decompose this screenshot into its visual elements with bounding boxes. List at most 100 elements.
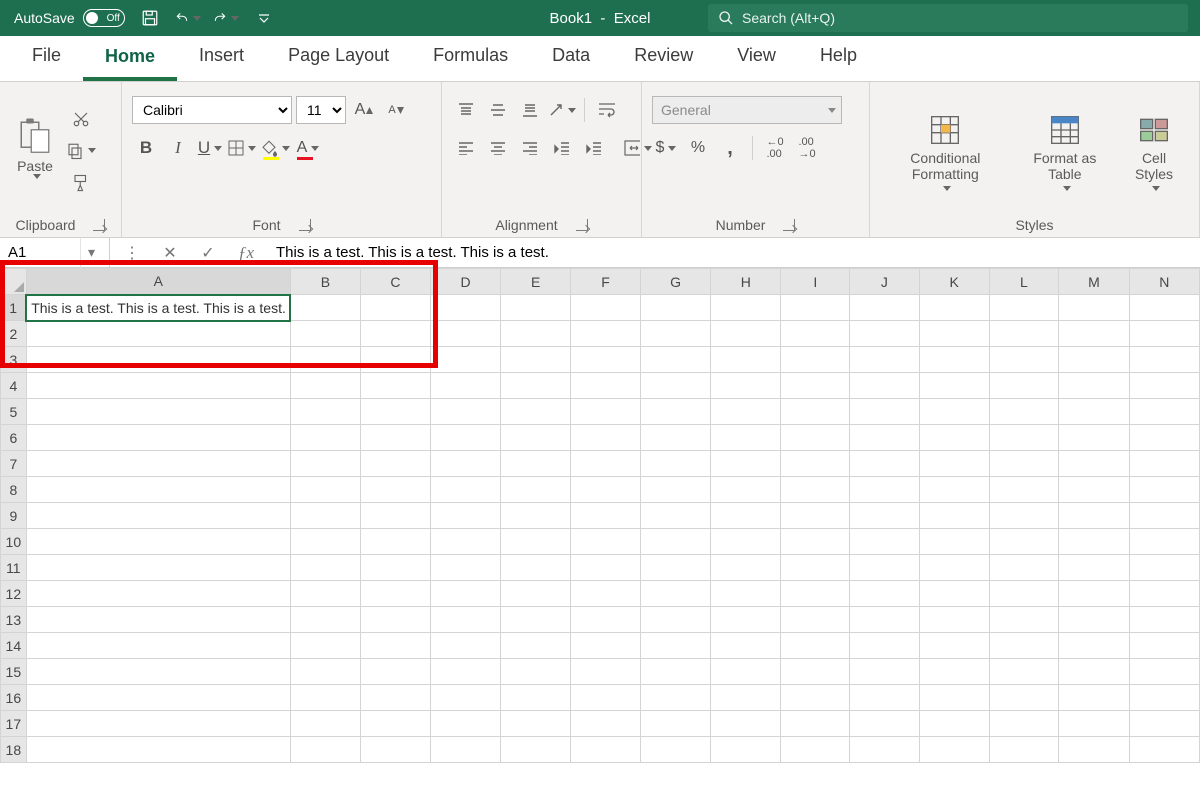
cell[interactable] (1059, 633, 1129, 659)
cell[interactable] (989, 425, 1059, 451)
row-header[interactable]: 7 (1, 451, 27, 477)
cell[interactable] (781, 737, 850, 763)
cell[interactable] (711, 711, 781, 737)
borders-icon[interactable] (228, 134, 256, 162)
format-as-table-button[interactable]: Format as Table (1017, 92, 1113, 213)
cell[interactable] (850, 399, 919, 425)
cell[interactable] (571, 685, 641, 711)
cell[interactable] (290, 607, 360, 633)
cell[interactable] (1059, 295, 1129, 321)
cell[interactable] (781, 581, 850, 607)
row-header[interactable]: 18 (1, 737, 27, 763)
cell[interactable] (430, 737, 500, 763)
cell[interactable] (26, 607, 290, 633)
cell[interactable] (360, 321, 430, 347)
tab-view[interactable]: View (715, 35, 798, 81)
cell[interactable] (640, 581, 710, 607)
cell[interactable] (501, 529, 571, 555)
cell[interactable] (290, 373, 360, 399)
cell[interactable] (781, 373, 850, 399)
cell[interactable] (360, 607, 430, 633)
cell[interactable] (430, 451, 500, 477)
cell[interactable] (430, 373, 500, 399)
cell[interactable] (919, 685, 989, 711)
cell[interactable] (850, 607, 919, 633)
cell[interactable] (1129, 425, 1199, 451)
cell[interactable] (26, 685, 290, 711)
cell[interactable] (571, 529, 641, 555)
cell[interactable] (501, 607, 571, 633)
cell[interactable] (501, 503, 571, 529)
cut-icon[interactable] (67, 105, 95, 133)
cell[interactable] (989, 633, 1059, 659)
cell[interactable] (1059, 737, 1129, 763)
cell[interactable] (290, 633, 360, 659)
cell[interactable] (781, 477, 850, 503)
cell[interactable] (290, 399, 360, 425)
cell[interactable] (26, 373, 290, 399)
cell[interactable] (360, 685, 430, 711)
column-header[interactable]: E (501, 269, 571, 295)
cell[interactable] (290, 529, 360, 555)
row-header[interactable]: 6 (1, 425, 27, 451)
tab-page-layout[interactable]: Page Layout (266, 35, 411, 81)
align-middle-icon[interactable] (484, 96, 512, 124)
tab-home[interactable]: Home (83, 36, 177, 81)
row-header[interactable]: 17 (1, 711, 27, 737)
cell[interactable] (640, 373, 710, 399)
cell[interactable] (919, 711, 989, 737)
font-color-icon[interactable]: A (294, 134, 322, 162)
cell[interactable] (850, 373, 919, 399)
cell[interactable] (26, 425, 290, 451)
cell[interactable] (989, 373, 1059, 399)
number-launcher-icon[interactable] (783, 219, 795, 231)
cell[interactable] (711, 607, 781, 633)
cell[interactable] (501, 685, 571, 711)
cell[interactable] (989, 503, 1059, 529)
row-header[interactable]: 10 (1, 529, 27, 555)
row-header[interactable]: 1 (1, 295, 27, 321)
cell[interactable] (26, 633, 290, 659)
cell[interactable] (430, 555, 500, 581)
search-box[interactable] (708, 4, 1188, 32)
cell[interactable] (1059, 607, 1129, 633)
cell[interactable] (640, 685, 710, 711)
underline-button[interactable]: U (196, 134, 224, 162)
format-painter-icon[interactable] (67, 169, 95, 197)
cell[interactable] (26, 659, 290, 685)
increase-font-icon[interactable]: A (350, 96, 378, 124)
cell[interactable] (26, 477, 290, 503)
cell[interactable] (501, 295, 571, 321)
cell[interactable] (290, 347, 360, 373)
cell[interactable] (1059, 321, 1129, 347)
increase-indent-icon[interactable] (580, 134, 608, 162)
cell[interactable] (919, 295, 989, 321)
cell[interactable] (711, 659, 781, 685)
cell[interactable] (26, 503, 290, 529)
cell[interactable] (360, 737, 430, 763)
cell[interactable] (850, 529, 919, 555)
save-icon[interactable] (137, 5, 163, 31)
cell[interactable] (1059, 711, 1129, 737)
row-header[interactable]: 4 (1, 373, 27, 399)
cell-styles-button[interactable]: Cell Styles (1119, 92, 1189, 213)
cell[interactable] (781, 425, 850, 451)
cell[interactable] (919, 737, 989, 763)
cell[interactable] (571, 451, 641, 477)
cell[interactable] (1129, 373, 1199, 399)
cell[interactable] (26, 581, 290, 607)
fx-icon[interactable]: ƒx (228, 238, 264, 268)
italic-button[interactable]: I (164, 134, 192, 162)
cell[interactable] (989, 321, 1059, 347)
cell[interactable] (919, 399, 989, 425)
cell[interactable] (571, 737, 641, 763)
cell[interactable] (640, 529, 710, 555)
cell[interactable] (430, 425, 500, 451)
cell[interactable] (26, 737, 290, 763)
cell[interactable] (290, 581, 360, 607)
cell[interactable] (781, 399, 850, 425)
tab-data[interactable]: Data (530, 35, 612, 81)
cell[interactable] (781, 295, 850, 321)
cell[interactable] (430, 581, 500, 607)
font-size-select[interactable]: 11 (296, 96, 346, 124)
